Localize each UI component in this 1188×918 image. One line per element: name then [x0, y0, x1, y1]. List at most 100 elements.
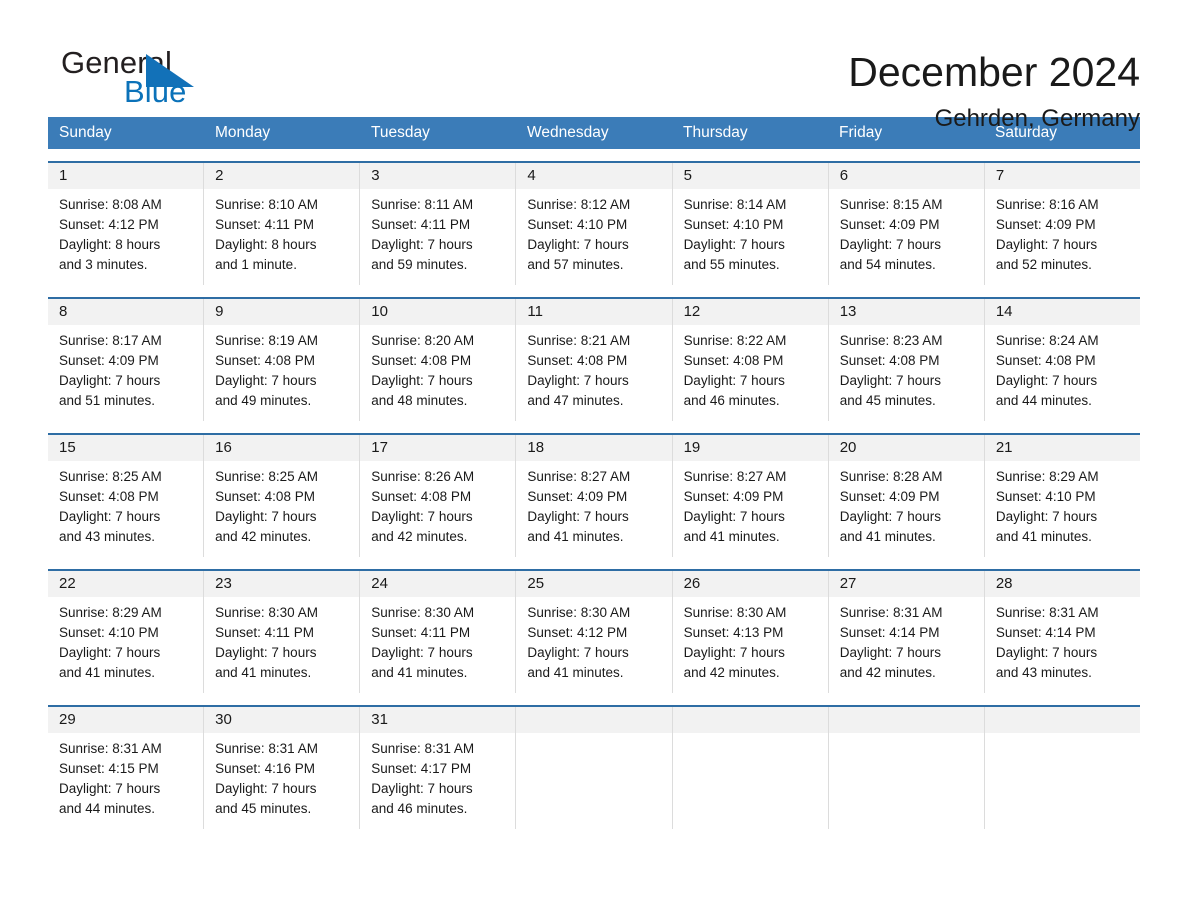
day-number: 11 [516, 299, 672, 325]
daylight-text-line2: and 42 minutes. [371, 529, 468, 544]
daylight-text-line2: and 43 minutes. [995, 665, 1092, 680]
weekday-header-monday: Monday [215, 124, 271, 141]
day-cell[interactable]: 17 Sunrise: 8:26 AM Sunset: 4:08 PM Dayl… [360, 435, 517, 557]
day-number: 2 [204, 163, 360, 189]
day-details [829, 733, 984, 829]
sunrise-text: Sunrise: 8:31 AM [59, 741, 162, 756]
day-details: Sunrise: 8:15 AM Sunset: 4:09 PM Dayligh… [829, 189, 984, 285]
day-cell[interactable]: 28 Sunrise: 8:31 AM Sunset: 4:14 PM Dayl… [984, 571, 1140, 693]
day-cell[interactable]: 10 Sunrise: 8:20 AM Sunset: 4:08 PM Dayl… [360, 299, 517, 421]
day-cell[interactable]: 24 Sunrise: 8:30 AM Sunset: 4:11 PM Dayl… [360, 571, 517, 693]
day-cell[interactable]: 12 Sunrise: 8:22 AM Sunset: 4:08 PM Dayl… [672, 299, 829, 421]
day-cell[interactable]: 15 Sunrise: 8:25 AM Sunset: 4:08 PM Dayl… [48, 435, 205, 557]
day-details: Sunrise: 8:31 AM Sunset: 4:14 PM Dayligh… [829, 597, 984, 693]
daylight-text-line2: and 55 minutes. [683, 257, 780, 272]
day-cell[interactable]: 25 Sunrise: 8:30 AM Sunset: 4:12 PM Dayl… [516, 571, 673, 693]
day-number: 10 [360, 299, 516, 325]
day-cell[interactable]: 19 Sunrise: 8:27 AM Sunset: 4:09 PM Dayl… [672, 435, 829, 557]
day-cell[interactable]: 4 Sunrise: 8:12 AM Sunset: 4:10 PM Dayli… [516, 163, 673, 285]
page-header: General Blue December 2024 Gehrden, Germ… [48, 0, 1140, 133]
day-cell[interactable]: 1 Sunrise: 8:08 AM Sunset: 4:12 PM Dayli… [48, 163, 205, 285]
brand-logo[interactable]: General Blue [48, 46, 278, 116]
week-row: 1 Sunrise: 8:08 AM Sunset: 4:12 PM Dayli… [48, 161, 1140, 285]
day-cell[interactable]: 5 Sunrise: 8:14 AM Sunset: 4:10 PM Dayli… [672, 163, 829, 285]
day-cell[interactable]: 31 Sunrise: 8:31 AM Sunset: 4:17 PM Dayl… [360, 707, 517, 829]
daylight-text-line2: and 51 minutes. [59, 393, 156, 408]
day-number: 3 [360, 163, 516, 189]
daylight-text-line2: and 41 minutes. [839, 529, 936, 544]
day-cell[interactable]: 7 Sunrise: 8:16 AM Sunset: 4:09 PM Dayli… [984, 163, 1140, 285]
day-cell[interactable]: 30 Sunrise: 8:31 AM Sunset: 4:16 PM Dayl… [204, 707, 361, 829]
day-cell[interactable]: 8 Sunrise: 8:17 AM Sunset: 4:09 PM Dayli… [48, 299, 205, 421]
daylight-text-line2: and 41 minutes. [995, 529, 1092, 544]
day-details [673, 733, 828, 829]
sunrise-text: Sunrise: 8:30 AM [527, 605, 631, 620]
day-details: Sunrise: 8:26 AM Sunset: 4:08 PM Dayligh… [360, 461, 515, 557]
day-details: Sunrise: 8:22 AM Sunset: 4:08 PM Dayligh… [673, 325, 828, 421]
day-number: 6 [828, 163, 984, 189]
sunrise-text: Sunrise: 8:23 AM [839, 333, 943, 348]
daylight-text-line2: and 44 minutes. [995, 393, 1092, 408]
daylight-text-line1: Daylight: 7 hours [371, 509, 473, 524]
sunrise-text: Sunrise: 8:21 AM [527, 333, 631, 348]
day-details: Sunrise: 8:28 AM Sunset: 4:09 PM Dayligh… [829, 461, 984, 557]
sunrise-text: Sunrise: 8:24 AM [995, 333, 1099, 348]
day-cell[interactable]: 27 Sunrise: 8:31 AM Sunset: 4:14 PM Dayl… [828, 571, 985, 693]
daylight-text-line1: Daylight: 7 hours [215, 781, 317, 796]
day-cell[interactable]: 6 Sunrise: 8:15 AM Sunset: 4:09 PM Dayli… [828, 163, 985, 285]
day-cell[interactable]: 21 Sunrise: 8:29 AM Sunset: 4:10 PM Dayl… [984, 435, 1140, 557]
day-cell[interactable]: 29 Sunrise: 8:31 AM Sunset: 4:15 PM Dayl… [48, 707, 205, 829]
sunrise-text: Sunrise: 8:12 AM [527, 197, 631, 212]
sunset-text: Sunset: 4:08 PM [371, 353, 472, 368]
day-details: Sunrise: 8:21 AM Sunset: 4:08 PM Dayligh… [516, 325, 671, 421]
day-cell[interactable]: 23 Sunrise: 8:30 AM Sunset: 4:11 PM Dayl… [204, 571, 361, 693]
sunrise-text: Sunrise: 8:30 AM [215, 605, 318, 620]
day-cell[interactable]: 18 Sunrise: 8:27 AM Sunset: 4:09 PM Dayl… [516, 435, 673, 557]
sunrise-text: Sunrise: 8:25 AM [59, 469, 162, 484]
week-row: 22 Sunrise: 8:29 AM Sunset: 4:10 PM Dayl… [48, 569, 1140, 693]
daylight-text-line1: Daylight: 7 hours [683, 373, 785, 388]
weekday-header-friday: Friday [839, 124, 883, 141]
day-number: 17 [360, 435, 516, 461]
day-cell[interactable]: 3 Sunrise: 8:11 AM Sunset: 4:11 PM Dayli… [360, 163, 517, 285]
sunrise-text: Sunrise: 8:27 AM [683, 469, 787, 484]
sunrise-text: Sunrise: 8:16 AM [995, 197, 1099, 212]
sunset-text: Sunset: 4:09 PM [839, 489, 940, 504]
daylight-text-line2: and 41 minutes. [527, 665, 624, 680]
day-number [672, 707, 828, 733]
sunrise-text: Sunrise: 8:25 AM [215, 469, 318, 484]
daylight-text-line1: Daylight: 8 hours [215, 237, 317, 252]
day-cell[interactable]: 26 Sunrise: 8:30 AM Sunset: 4:13 PM Dayl… [672, 571, 829, 693]
day-cell[interactable]: 14 Sunrise: 8:24 AM Sunset: 4:08 PM Dayl… [984, 299, 1140, 421]
sunrise-text: Sunrise: 8:30 AM [371, 605, 475, 620]
daylight-text-line2: and 42 minutes. [839, 665, 936, 680]
sunset-text: Sunset: 4:15 PM [59, 761, 159, 776]
day-number: 20 [828, 435, 984, 461]
sunrise-text: Sunrise: 8:26 AM [371, 469, 475, 484]
day-cell[interactable]: 13 Sunrise: 8:23 AM Sunset: 4:08 PM Dayl… [828, 299, 985, 421]
sunset-text: Sunset: 4:09 PM [683, 489, 784, 504]
week-row: 29 Sunrise: 8:31 AM Sunset: 4:15 PM Dayl… [48, 705, 1140, 829]
sunrise-text: Sunrise: 8:29 AM [59, 605, 162, 620]
day-cell[interactable]: 16 Sunrise: 8:25 AM Sunset: 4:08 PM Dayl… [204, 435, 361, 557]
daylight-text-line1: Daylight: 7 hours [215, 645, 317, 660]
daylight-text-line2: and 45 minutes. [839, 393, 936, 408]
daylight-text-line2: and 45 minutes. [215, 801, 312, 816]
sunset-text: Sunset: 4:09 PM [59, 353, 159, 368]
daylight-text-line1: Daylight: 7 hours [839, 509, 942, 524]
week-row: 8 Sunrise: 8:17 AM Sunset: 4:09 PM Dayli… [48, 297, 1140, 421]
sunset-text: Sunset: 4:17 PM [371, 761, 472, 776]
sunrise-text: Sunrise: 8:28 AM [839, 469, 943, 484]
day-cell[interactable]: 2 Sunrise: 8:10 AM Sunset: 4:11 PM Dayli… [204, 163, 361, 285]
daylight-text-line1: Daylight: 8 hours [59, 237, 161, 252]
day-cell-empty [516, 707, 673, 829]
day-cell-empty [672, 707, 829, 829]
day-number: 4 [516, 163, 672, 189]
day-cell-empty [828, 707, 985, 829]
day-cell[interactable]: 20 Sunrise: 8:28 AM Sunset: 4:09 PM Dayl… [828, 435, 985, 557]
day-cell[interactable]: 11 Sunrise: 8:21 AM Sunset: 4:08 PM Dayl… [516, 299, 673, 421]
sunset-text: Sunset: 4:12 PM [527, 625, 628, 640]
day-cell[interactable]: 9 Sunrise: 8:19 AM Sunset: 4:08 PM Dayli… [204, 299, 361, 421]
day-cell[interactable]: 22 Sunrise: 8:29 AM Sunset: 4:10 PM Dayl… [48, 571, 205, 693]
daylight-text-line1: Daylight: 7 hours [527, 373, 629, 388]
